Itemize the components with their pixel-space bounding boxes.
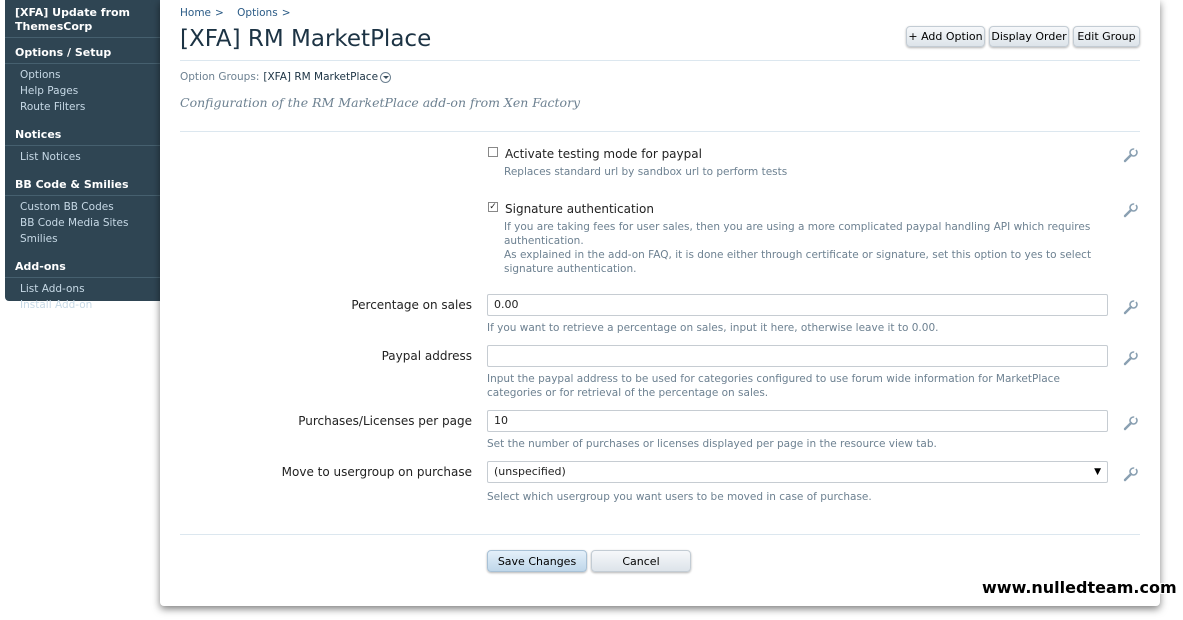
sidebar-item-list-notices[interactable]: List Notices <box>5 149 160 165</box>
edit-group-button[interactable]: Edit Group <box>1073 26 1140 47</box>
paypal-address-hint: Input the paypal address to be used for … <box>487 373 1060 399</box>
sidebar-top-title[interactable]: [XFA] Update from ThemesCorp <box>5 0 160 34</box>
form-top-divider <box>180 131 1140 132</box>
option-groups-label: Option Groups: <box>180 71 260 83</box>
signature-auth-checkbox[interactable]: ✓ <box>488 202 498 212</box>
sidebar-divider <box>5 145 160 146</box>
dropdown-arrow-icon: ▼ <box>1094 467 1101 477</box>
sidebar-item-smilies[interactable]: Smilies <box>5 231 160 247</box>
wrench-icon[interactable] <box>1123 147 1139 163</box>
form-bottom-divider <box>180 534 1140 535</box>
usergroup-hint: Select which usergroup you want users to… <box>487 491 872 503</box>
paypal-address-input[interactable] <box>487 345 1108 367</box>
breadcrumb-options[interactable]: Options <box>237 7 278 19</box>
testing-mode-checkbox[interactable] <box>488 147 498 157</box>
title-divider <box>180 60 1140 61</box>
usergroup-label: Move to usergroup on purchase <box>281 465 472 479</box>
display-order-button[interactable]: Display Order <box>989 26 1069 47</box>
main-panel: Home > Options > [XFA] RM MarketPlace + Ad… <box>160 0 1160 606</box>
breadcrumb-home[interactable]: Home <box>180 7 211 19</box>
sidebar-heading-add-ons[interactable]: Add-ons <box>5 260 160 274</box>
sidebar-item-route-filters[interactable]: Route Filters <box>5 99 160 115</box>
watermark-text: www.nulledteam.com <box>982 578 1177 597</box>
wrench-icon[interactable] <box>1123 202 1139 218</box>
paypal-address-label: Paypal address <box>381 349 472 363</box>
percentage-label: Percentage on sales <box>351 298 472 312</box>
signature-auth-hint-1: If you are taking fees for user sales, t… <box>504 221 1091 247</box>
signature-auth-label[interactable]: Signature authentication <box>505 202 654 216</box>
sidebar-item-install-add-on[interactable]: Install Add-on <box>5 297 160 313</box>
sidebar-item-help-pages[interactable]: Help Pages <box>5 83 160 99</box>
cancel-button[interactable]: Cancel <box>591 550 691 572</box>
sidebar-divider <box>5 195 160 196</box>
chevron-down-icon[interactable] <box>380 71 392 83</box>
wrench-icon[interactable] <box>1123 415 1139 431</box>
sidebar-item-options[interactable]: Options <box>5 67 160 83</box>
percentage-hint: If you want to retrieve a percentage on … <box>487 322 939 334</box>
testing-mode-hint: Replaces standard url by sandbox url to … <box>504 166 788 178</box>
signature-auth-hint-2: As explained in the add-on FAQ, it is do… <box>504 249 1092 275</box>
add-option-button[interactable]: + Add Option <box>906 26 985 47</box>
per-page-input[interactable]: 10 <box>487 410 1108 432</box>
sidebar-item-bb-code-media-sites[interactable]: BB Code Media Sites <box>5 215 160 231</box>
sidebar-heading-options-setup[interactable]: Options / Setup <box>5 46 160 60</box>
option-groups: Option Groups: [XFA] RM MarketPlace <box>180 71 392 83</box>
wrench-icon[interactable] <box>1123 299 1139 315</box>
sidebar-divider <box>5 37 160 38</box>
testing-mode-label[interactable]: Activate testing mode for paypal <box>505 147 702 161</box>
per-page-hint: Set the number of purchases or licenses … <box>487 438 937 450</box>
usergroup-selected-value: (unspecified) <box>494 465 566 478</box>
sidebar-heading-bbcode-smilies[interactable]: BB Code & Smilies <box>5 178 160 192</box>
save-changes-button[interactable]: Save Changes <box>487 550 587 572</box>
breadcrumb-separator: > <box>281 7 291 19</box>
sidebar-divider <box>5 63 160 64</box>
sidebar-divider <box>5 277 160 278</box>
breadcrumb: Home > Options > <box>180 7 295 19</box>
wrench-icon[interactable] <box>1123 350 1139 366</box>
percentage-input[interactable]: 0.00 <box>487 294 1108 316</box>
sidebar-item-custom-bb-codes[interactable]: Custom BB Codes <box>5 199 160 215</box>
usergroup-select[interactable]: (unspecified) ▼ <box>487 461 1108 483</box>
page-title: [XFA] RM MarketPlace <box>180 26 432 52</box>
page-description: Configuration of the RM MarketPlace add-… <box>180 95 581 110</box>
breadcrumb-separator: > <box>215 7 224 19</box>
sidebar-heading-notices[interactable]: Notices <box>5 128 160 142</box>
wrench-icon[interactable] <box>1123 466 1139 482</box>
sidebar-item-list-add-ons[interactable]: List Add-ons <box>5 281 160 297</box>
per-page-label: Purchases/Licenses per page <box>298 414 472 428</box>
sidebar: [XFA] Update from ThemesCorp Options / S… <box>5 0 160 311</box>
option-groups-value[interactable]: [XFA] RM MarketPlace <box>263 71 378 83</box>
